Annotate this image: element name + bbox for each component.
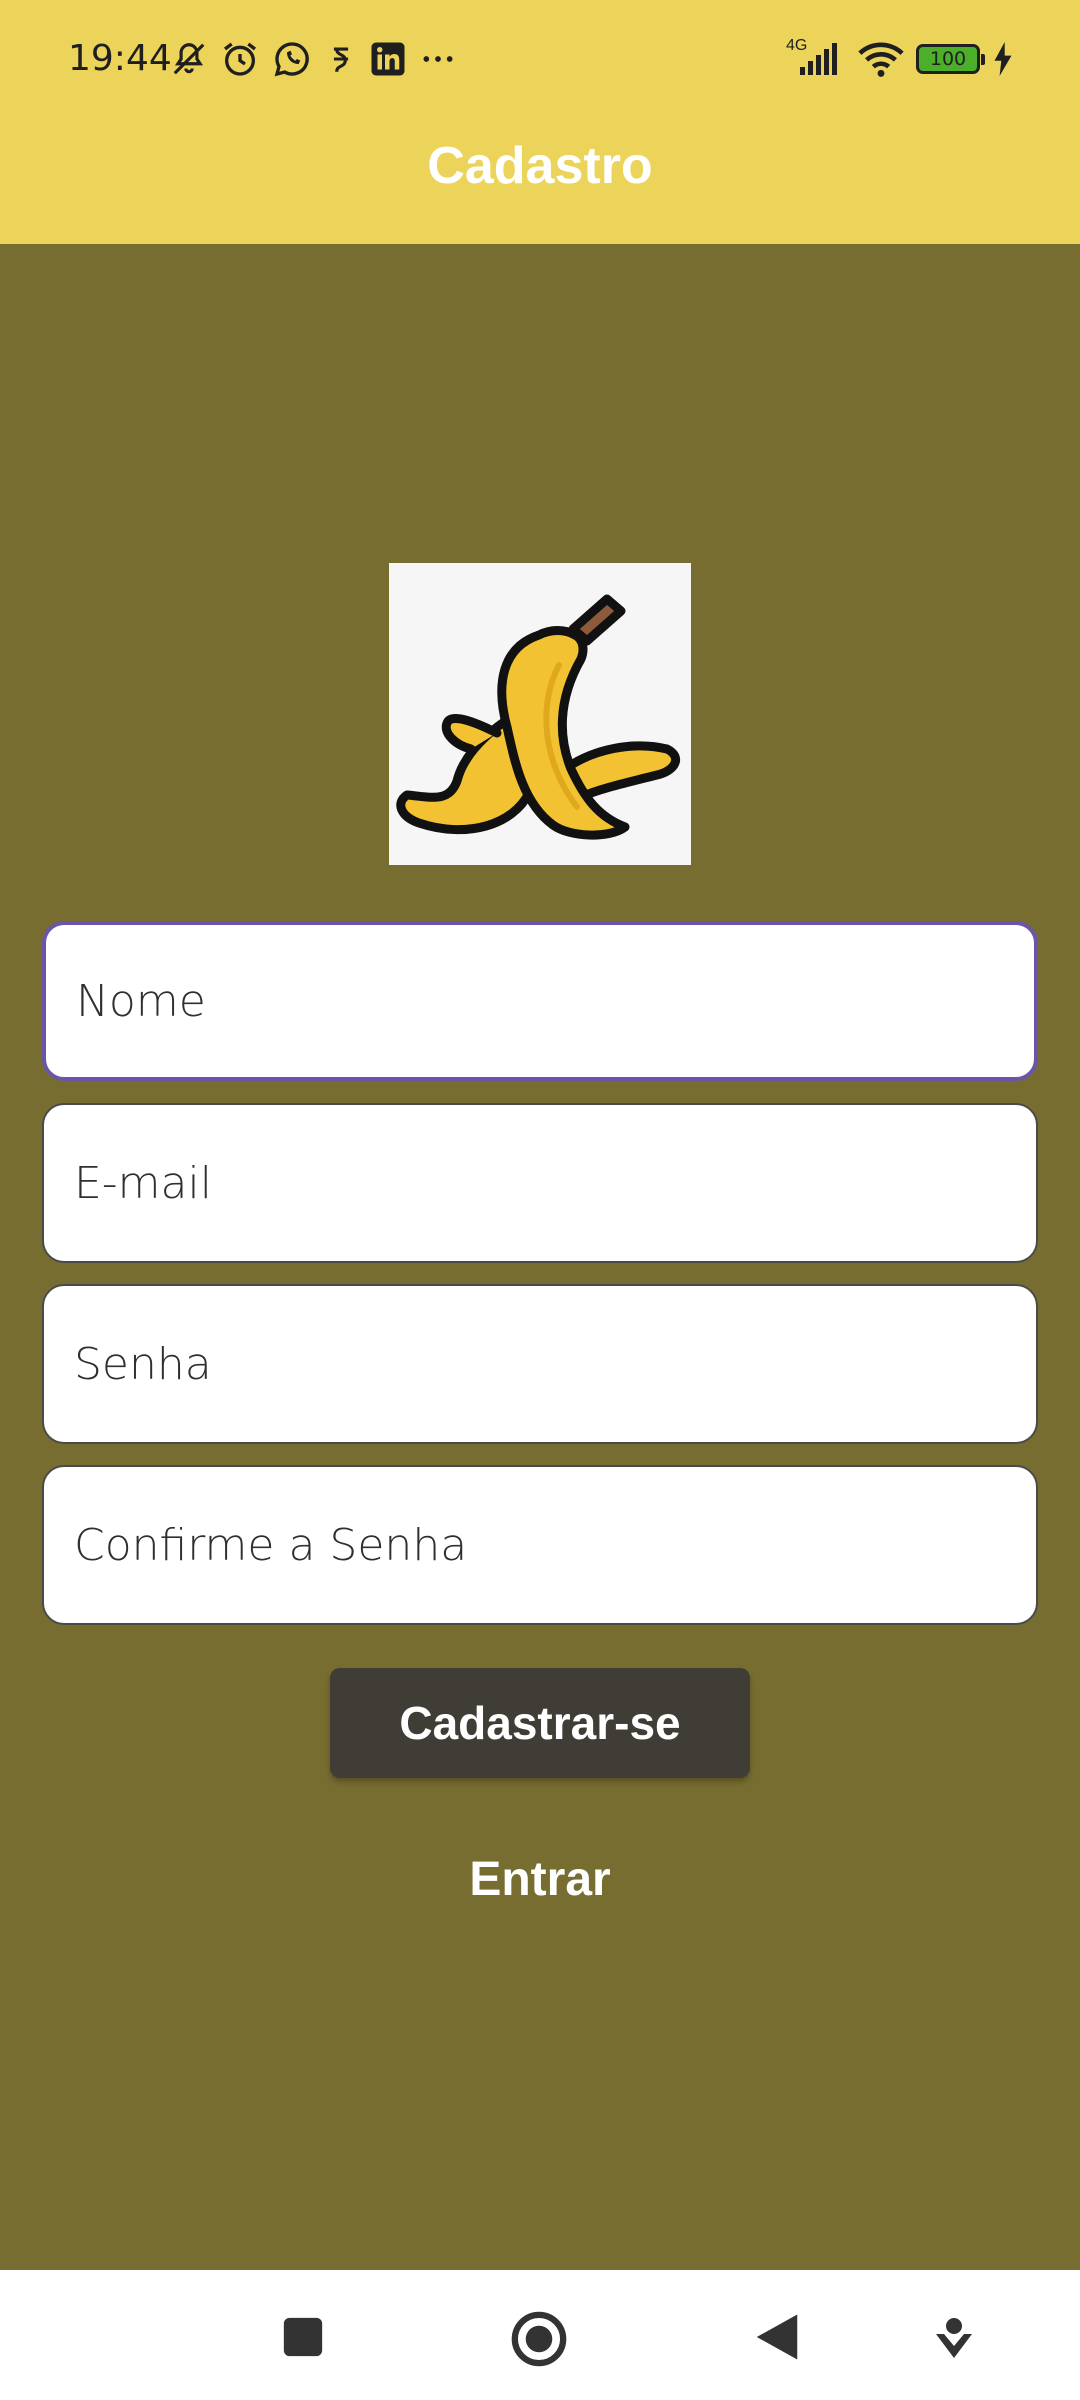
page-title: Cadastro [427,137,653,195]
whatsapp-icon [274,42,309,77]
app-header: 19:44 4G 100 Cadastro [0,0,1080,244]
back-triangle-icon[interactable] [752,2310,802,2364]
register-button[interactable]: Cadastrar-se [330,1668,750,1778]
home-circle-icon[interactable] [510,2310,568,2368]
charging-icon [994,42,1012,76]
name-input[interactable] [42,921,1038,1081]
app-logo [389,563,691,865]
wifi-icon [858,42,904,77]
status-bar: 19:44 4G 100 [0,0,1080,118]
password-input[interactable] [42,1284,1038,1444]
email-input[interactable] [42,1103,1038,1263]
banana-peel-icon [396,594,681,840]
system-status-icons: 4G 100 [786,36,1014,82]
alarm-icon [224,42,256,76]
bell-off-icon [173,43,205,75]
confirm-password-input[interactable] [42,1465,1038,1625]
signal-icon: 4G [786,37,846,79]
battery-icon: 100 [916,44,985,74]
assistant-icon[interactable] [934,2314,974,2362]
login-link[interactable]: Entrar [0,1852,1080,1907]
notification-icons [170,38,458,80]
linkedin-icon [371,42,405,76]
navigation-bar [0,2270,1080,2400]
battery-level: 100 [929,47,967,70]
app-icon [333,47,349,72]
status-time: 19:44 [68,38,172,79]
more-icon [423,56,453,62]
square-icon[interactable] [280,2314,326,2360]
